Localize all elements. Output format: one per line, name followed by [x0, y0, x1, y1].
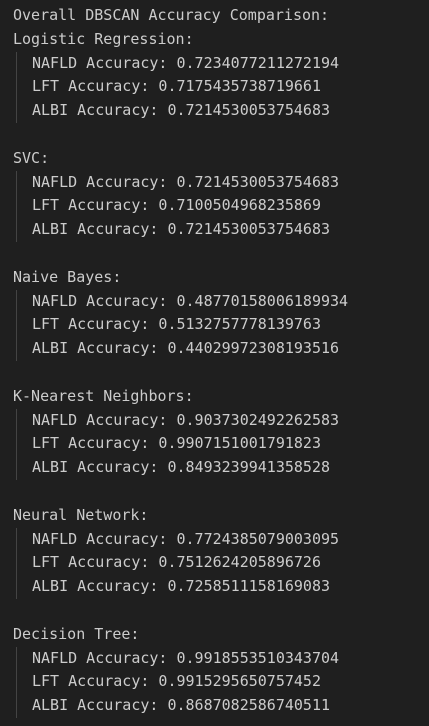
albi-accuracy: ALBI Accuracy: 0.7258511158169083: [32, 577, 331, 596]
lft-accuracy: LFT Accuracy: 0.7100504968235869: [32, 196, 321, 215]
model-name: Decision Tree:: [13, 624, 140, 643]
indent-guide: [16, 170, 17, 242]
indent-guide: [16, 408, 17, 480]
lft-accuracy: LFT Accuracy: 0.9907151001791823: [32, 434, 321, 453]
model-group-svc: SVC: NAFLD Accuracy: 0.7214530053754683 …: [13, 147, 429, 242]
model-group-logistic-regression: Logistic Regression: NAFLD Accuracy: 0.7…: [13, 28, 429, 123]
nafld-accuracy: NAFLD Accuracy: 0.9037302492262583: [32, 410, 340, 429]
indent-guide: [16, 527, 17, 599]
model-group-k-nearest-neighbors: K-Nearest Neighbors: NAFLD Accuracy: 0.9…: [13, 385, 429, 480]
nafld-accuracy: NAFLD Accuracy: 0.7214530053754683: [32, 172, 340, 191]
nafld-accuracy: NAFLD Accuracy: 0.9918553510343704: [32, 648, 340, 667]
model-name: K-Nearest Neighbors:: [13, 386, 194, 405]
model-group-naive-bayes: Naive Bayes: NAFLD Accuracy: 0.487701580…: [13, 266, 429, 361]
albi-accuracy: ALBI Accuracy: 0.8687082586740511: [32, 696, 331, 715]
albi-accuracy: ALBI Accuracy: 0.44029972308193516: [32, 339, 340, 358]
albi-accuracy: ALBI Accuracy: 0.7214530053754683: [32, 220, 331, 239]
model-name: Logistic Regression:: [13, 29, 194, 48]
model-name: Neural Network:: [13, 505, 149, 524]
model-group-decision-tree: Decision Tree: NAFLD Accuracy: 0.9918553…: [13, 623, 429, 718]
model-name: SVC:: [13, 148, 50, 167]
nafld-accuracy: NAFLD Accuracy: 0.48770158006189934: [32, 291, 349, 310]
nafld-accuracy: NAFLD Accuracy: 0.7234077211272194: [32, 53, 340, 72]
model-name: Naive Bayes:: [13, 267, 122, 286]
lft-accuracy: LFT Accuracy: 0.7512624205896726: [32, 553, 321, 572]
model-group-neural-network: Neural Network: NAFLD Accuracy: 0.772438…: [13, 504, 429, 599]
lft-accuracy: LFT Accuracy: 0.7175435738719661: [32, 77, 321, 96]
albi-accuracy: ALBI Accuracy: 0.8493239941358528: [32, 458, 331, 477]
indent-guide: [16, 289, 17, 361]
albi-accuracy: ALBI Accuracy: 0.7214530053754683: [32, 101, 331, 120]
lft-accuracy: LFT Accuracy: 0.9915295650757452: [32, 672, 321, 691]
indent-guide: [16, 51, 17, 123]
output-title: Overall DBSCAN Accuracy Comparison:: [13, 6, 330, 24]
indent-guide: [16, 646, 17, 718]
nafld-accuracy: NAFLD Accuracy: 0.7724385079003095: [32, 529, 340, 548]
console-output: Overall DBSCAN Accuracy Comparison: Logi…: [13, 4, 429, 718]
lft-accuracy: LFT Accuracy: 0.5132757778139763: [32, 315, 321, 334]
